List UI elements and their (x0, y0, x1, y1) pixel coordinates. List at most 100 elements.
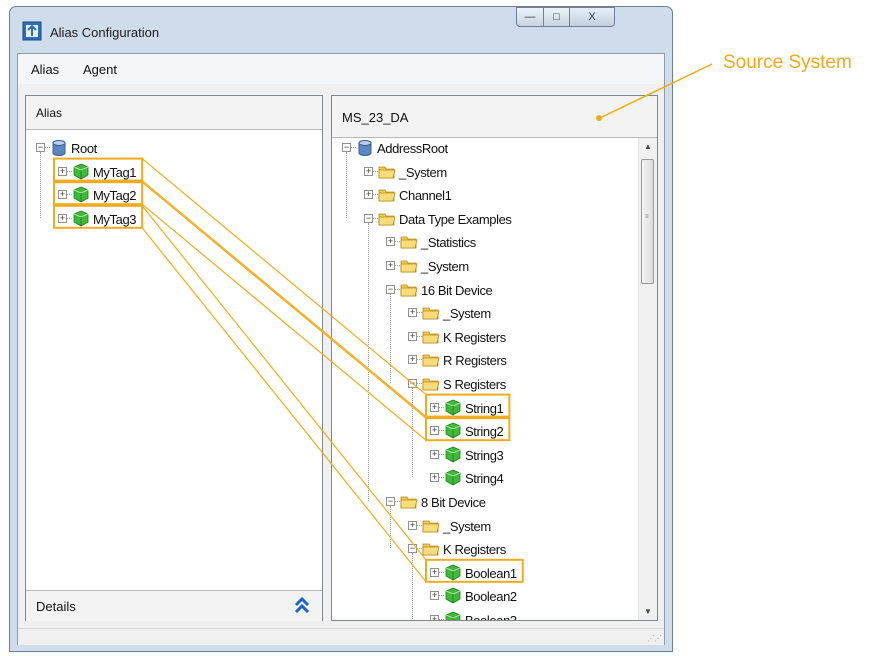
green-cube-icon (73, 186, 89, 203)
tree-item-k-registers[interactable]: + K Registers (408, 328, 638, 346)
tree-item-string1[interactable]: + String1 (430, 399, 638, 417)
green-cube-icon (445, 611, 461, 620)
tree-item-root[interactable]: − Root (36, 139, 276, 157)
tree-item-mytag3[interactable]: + MyTag3 (58, 210, 298, 228)
expand-icon[interactable]: + (430, 402, 439, 412)
tree-item-label: String4 (465, 471, 504, 487)
tree-item-system[interactable]: + _System (408, 304, 638, 322)
collapse-icon[interactable]: − (408, 544, 417, 554)
tree-item-channel1[interactable]: + Channel1 (364, 186, 604, 204)
expand-icon[interactable]: + (430, 426, 439, 436)
folder-icon (422, 331, 440, 344)
title-bar[interactable]: Alias Configuration — □ X (10, 7, 672, 53)
tree-item-mytag1[interactable]: + MyTag1 (58, 163, 298, 181)
tree-item-r-registers[interactable]: + R Registers (408, 351, 638, 369)
folder-icon (422, 378, 440, 391)
database-icon (358, 140, 372, 156)
source-tree: − AddressRoot + _System + Channel1 − Data Type … (332, 96, 638, 620)
folder-icon (422, 307, 440, 320)
tree-item-label: Channel1 (399, 188, 452, 204)
folder-icon (378, 166, 396, 178)
tree-item-system[interactable]: + _System (408, 517, 638, 535)
collapse-icon[interactable]: − (386, 497, 395, 506)
collapse-icon[interactable]: − (364, 213, 373, 223)
alias-configuration-window: Alias Configuration — □ X Alias Agent Al… (9, 6, 673, 652)
tree-item-data-type-examples[interactable]: − Data Type Examples (364, 210, 604, 228)
tree-item-string3[interactable]: + String3 (430, 446, 638, 464)
expand-icon[interactable]: + (408, 520, 417, 530)
client-area: Alias Agent Alias − Root + MyTag1 + MyTag2 + My… (17, 53, 665, 645)
tree-guide-line (390, 293, 391, 383)
resize-grip-icon[interactable]: ⋰⋰ (647, 634, 662, 643)
expand-icon[interactable]: + (364, 190, 373, 200)
alias-tree: − Root + MyTag1 + MyTag2 + MyTag3 (26, 96, 322, 590)
tree-item-addressroot[interactable]: − AddressRoot (342, 139, 582, 157)
collapse-icon[interactable]: − (386, 284, 395, 294)
tree-guide-line (412, 553, 413, 619)
menu-agent[interactable]: Agent (83, 62, 117, 77)
tree-item-string4[interactable]: + String4 (430, 469, 638, 487)
tree-item-boolean3[interactable]: + Boolean3 (430, 611, 638, 620)
tree-item-label: 8 Bit Device (421, 495, 486, 510)
expand-icon[interactable]: + (58, 190, 67, 200)
scroll-down-arrow-icon[interactable]: ▼ (639, 603, 657, 620)
tree-item-boolean1[interactable]: + Boolean1 (430, 564, 638, 582)
expand-icon[interactable]: + (430, 567, 439, 577)
tree-item-system[interactable]: + _System (386, 257, 626, 275)
tree-item-label: MyTag3 (93, 211, 137, 227)
folder-icon (400, 260, 418, 273)
tree-guide-line (40, 152, 41, 218)
tree-guide-line (390, 506, 391, 549)
green-cube-icon (445, 446, 461, 463)
vertical-scrollbar[interactable]: ▲ ≡ ▼ (638, 138, 657, 620)
tree-item-k-registers[interactable]: − K Registers (408, 540, 638, 558)
alias-panel: Alias − Root + MyTag1 + MyTag2 + MyTag3 Details (25, 95, 323, 621)
tree-item-label: _System (443, 306, 491, 322)
expand-icon[interactable]: + (58, 213, 67, 223)
folder-icon (400, 496, 418, 509)
tree-item-boolean2[interactable]: + Boolean2 (430, 587, 638, 605)
tree-item-system[interactable]: + _System (364, 163, 604, 181)
expand-icon[interactable]: + (430, 473, 439, 483)
details-label: Details (36, 599, 76, 614)
tree-item-label: MyTag2 (93, 188, 137, 204)
green-cube-icon (445, 587, 461, 604)
tree-item-label: String1 (465, 400, 504, 416)
collapse-icon[interactable]: − (36, 143, 45, 152)
expand-icon[interactable]: + (408, 355, 417, 365)
tree-item-label: _System (443, 518, 491, 534)
window-title: Alias Configuration (50, 25, 160, 40)
expand-icon[interactable]: + (408, 308, 417, 318)
tree-item-mytag2[interactable]: + MyTag2 (58, 186, 298, 204)
close-icon: X (588, 11, 596, 23)
menu-alias[interactable]: Alias (31, 62, 59, 77)
details-bar[interactable]: Details (26, 590, 322, 621)
tree-item-16-bit-device[interactable]: − 16 Bit Device (386, 281, 626, 299)
minimize-button[interactable]: — (516, 7, 544, 27)
collapse-icon[interactable]: − (342, 143, 351, 152)
folder-icon (378, 213, 396, 226)
status-bar: ⋰⋰ (18, 628, 664, 645)
green-cube-icon (445, 422, 461, 439)
expand-icon[interactable]: + (430, 449, 439, 459)
expand-icon[interactable]: + (386, 261, 395, 270)
scroll-up-arrow-icon[interactable]: ▲ (639, 138, 657, 155)
maximize-icon: □ (553, 11, 560, 23)
maximize-button[interactable]: □ (543, 7, 570, 27)
collapse-icon[interactable]: − (408, 379, 417, 388)
expand-icon[interactable]: + (408, 331, 417, 341)
expand-icon[interactable]: + (364, 166, 373, 176)
tree-item-8-bit-device[interactable]: − 8 Bit Device (386, 493, 626, 511)
expand-icon[interactable]: + (430, 615, 439, 620)
expand-icon[interactable]: + (430, 591, 439, 601)
tree-item-string2[interactable]: + String2 (430, 422, 638, 440)
green-cube-icon (73, 210, 89, 227)
tree-item-s-registers[interactable]: − S Registers (408, 375, 638, 393)
expand-icon[interactable]: + (386, 237, 395, 247)
tree-item-statistics[interactable]: + _Statistics (386, 233, 626, 251)
expand-icon[interactable]: + (58, 166, 67, 176)
close-button[interactable]: X (569, 7, 615, 27)
double-chevron-up-icon[interactable] (294, 595, 310, 615)
scroll-thumb[interactable]: ≡ (641, 159, 654, 284)
menu-bar: Alias Agent (18, 54, 664, 84)
